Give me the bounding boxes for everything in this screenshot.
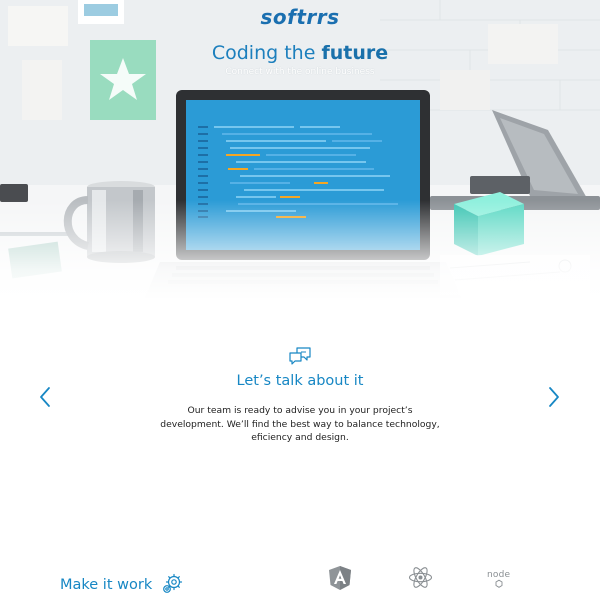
hero-section: softrrs Coding the future Connect with t…	[0, 0, 600, 300]
angular-icon	[329, 566, 351, 590]
slide-title: Let’s talk about it	[236, 373, 364, 389]
chevron-right-icon[interactable]	[547, 386, 561, 408]
slide-text: Our team is ready to advise you in your …	[160, 405, 440, 443]
hero-subtitle: Connect with the online business	[225, 67, 375, 77]
brand-logo[interactable]: softrrs	[0, 5, 600, 29]
chat-bubbles-icon	[289, 347, 311, 365]
node-label: node	[487, 570, 511, 580]
chevron-left-icon[interactable]	[38, 386, 52, 408]
react-icon	[408, 567, 433, 588]
hero-fade-overlay	[0, 200, 600, 300]
hero-title: Coding the future	[0, 42, 600, 64]
landing-page: softrrs Coding the future Connect with t…	[0, 0, 600, 600]
hero-title-bold: future	[321, 42, 389, 64]
hero-title-main: Coding the	[211, 42, 316, 64]
section-title: Make it work	[60, 577, 153, 593]
gear-icon	[163, 573, 183, 593]
